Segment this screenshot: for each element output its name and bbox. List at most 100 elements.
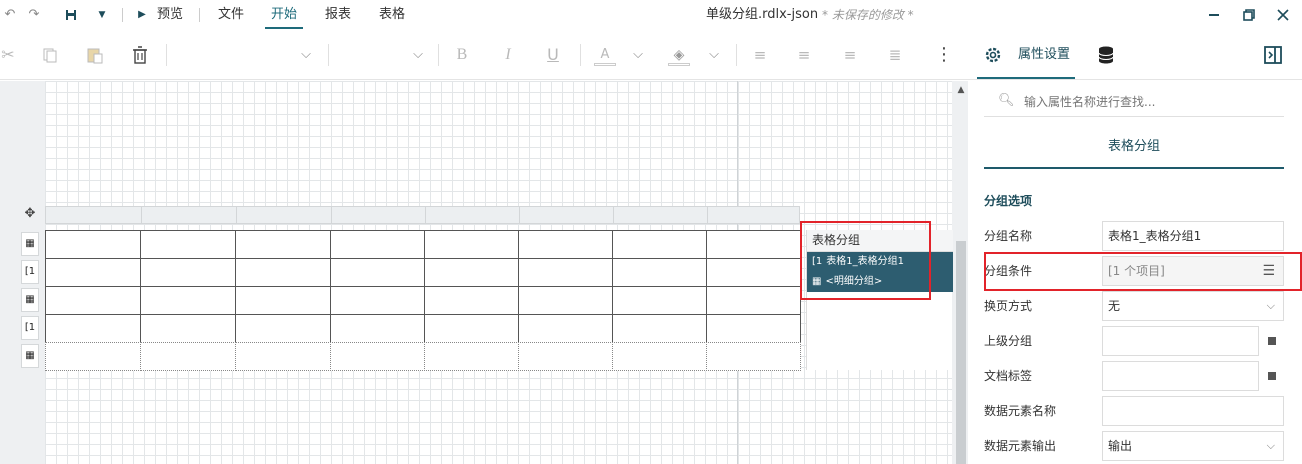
- font-color-icon[interactable]: A: [592, 30, 618, 80]
- table-cell[interactable]: [235, 314, 331, 343]
- copy-icon[interactable]: [40, 30, 60, 80]
- table-cell[interactable]: [235, 342, 331, 371]
- scroll-up-icon[interactable]: ▲: [954, 85, 968, 95]
- canvas-scrollbar[interactable]: ▲: [954, 81, 968, 464]
- menu-report[interactable]: 报表: [325, 0, 351, 30]
- delete-icon[interactable]: [130, 30, 150, 80]
- table-cell[interactable]: [45, 314, 141, 343]
- row-handle-group-header[interactable]: [1: [21, 260, 39, 284]
- fill-color-icon[interactable]: ◈: [666, 30, 692, 80]
- parent-group-expression-icon[interactable]: [1268, 337, 1276, 345]
- collapse-panel-icon[interactable]: [1264, 30, 1284, 80]
- table-cell[interactable]: [612, 230, 707, 259]
- table-cell[interactable]: [330, 314, 425, 343]
- table-cell[interactable]: [518, 258, 613, 287]
- font-size-dropdown[interactable]: ⌵: [408, 30, 428, 80]
- table-cell[interactable]: [235, 230, 331, 259]
- undo-icon[interactable]: ↶: [2, 0, 18, 30]
- search-input[interactable]: [1024, 91, 1274, 113]
- bold-icon[interactable]: B: [452, 30, 472, 80]
- table-cell[interactable]: [424, 286, 519, 315]
- group-item-detail[interactable]: ▦ <明细分组>: [807, 272, 953, 292]
- table-cell[interactable]: [518, 230, 613, 259]
- table-cell[interactable]: [330, 286, 425, 315]
- table-cell[interactable]: [612, 286, 707, 315]
- tab-property-settings[interactable]: 属性设置: [1018, 30, 1070, 80]
- data-element-output-select[interactable]: 输出 ⌵: [1102, 431, 1284, 461]
- page-break-select[interactable]: 无 ⌵: [1102, 291, 1284, 321]
- align-right-icon[interactable]: ≡: [840, 30, 860, 80]
- table-cell[interactable]: [140, 230, 236, 259]
- font-family-dropdown[interactable]: ⌵: [296, 30, 316, 80]
- save-dropdown-icon[interactable]: ▼: [94, 0, 110, 30]
- table-cell[interactable]: [45, 258, 141, 287]
- table-cell[interactable]: [45, 286, 141, 315]
- move-icon[interactable]: ✥: [22, 206, 38, 222]
- redo-icon[interactable]: ↷: [26, 0, 42, 30]
- table-cell[interactable]: [518, 314, 613, 343]
- table-cell[interactable]: [140, 314, 236, 343]
- database-icon[interactable]: [1098, 30, 1118, 80]
- table-column-header[interactable]: [45, 206, 800, 224]
- row-handle-group-footer[interactable]: [1: [21, 316, 39, 340]
- table-cell[interactable]: [45, 342, 141, 371]
- justify-icon[interactable]: ≣: [885, 30, 905, 80]
- table-cell[interactable]: [424, 258, 519, 287]
- restore-icon[interactable]: [1234, 0, 1264, 30]
- table-cell[interactable]: [45, 230, 141, 259]
- active-tab-indicator: [265, 27, 303, 29]
- align-left-icon[interactable]: ≡: [750, 30, 770, 80]
- italic-icon[interactable]: I: [498, 30, 518, 80]
- table-cell[interactable]: [235, 286, 331, 315]
- font-color-dropdown[interactable]: ⌵: [628, 30, 648, 80]
- table-cell[interactable]: [140, 258, 236, 287]
- table-cell[interactable]: [612, 314, 707, 343]
- table-cell[interactable]: [518, 286, 613, 315]
- table-cell[interactable]: [706, 314, 801, 343]
- minimize-icon[interactable]: [1199, 0, 1229, 30]
- menu-table[interactable]: 表格: [379, 0, 405, 30]
- list-icon[interactable]: ☰: [1262, 257, 1275, 285]
- parent-group-field[interactable]: [1102, 326, 1259, 356]
- fill-color-dropdown[interactable]: ⌵: [704, 30, 724, 80]
- row-handle-detail[interactable]: ▦: [21, 288, 39, 312]
- property-search[interactable]: 🔍︎: [984, 87, 1284, 117]
- cut-icon[interactable]: ✂: [0, 30, 16, 80]
- group-condition-field[interactable]: [1 个项目] ☰: [1102, 256, 1284, 286]
- table-cell[interactable]: [518, 342, 613, 371]
- table-cell[interactable]: [140, 342, 236, 371]
- table-cell[interactable]: [330, 342, 425, 371]
- table-cell[interactable]: [330, 230, 425, 259]
- table-cell[interactable]: [706, 286, 801, 315]
- table-cell[interactable]: [612, 342, 707, 371]
- divider: [199, 8, 200, 22]
- preview-button[interactable]: 预览: [157, 0, 183, 30]
- document-label-field[interactable]: [1102, 361, 1259, 391]
- row-handle-header[interactable]: ▦: [21, 232, 39, 256]
- table-cell[interactable]: [706, 230, 801, 259]
- table-cell[interactable]: [330, 258, 425, 287]
- save-icon[interactable]: [62, 0, 80, 30]
- table-cell[interactable]: [706, 342, 801, 371]
- menu-home[interactable]: 开始: [271, 0, 297, 30]
- group-item-table1-group1[interactable]: [1 表格1_表格分组1: [807, 252, 953, 272]
- table-cell[interactable]: [706, 258, 801, 287]
- row-handle-footer[interactable]: ▦: [21, 344, 39, 368]
- underline-icon[interactable]: U: [543, 30, 563, 80]
- close-icon[interactable]: [1268, 0, 1298, 30]
- gear-icon[interactable]: [984, 30, 1004, 80]
- table-cell[interactable]: [424, 314, 519, 343]
- table-cell[interactable]: [424, 230, 519, 259]
- data-element-name-field[interactable]: [1102, 396, 1284, 426]
- table-cell[interactable]: [235, 258, 331, 287]
- paste-icon[interactable]: [85, 30, 105, 80]
- table-cell[interactable]: [424, 342, 519, 371]
- table-cell[interactable]: [612, 258, 707, 287]
- table-cell[interactable]: [140, 286, 236, 315]
- group-name-field[interactable]: 表格1_表格分组1: [1102, 221, 1284, 251]
- menu-file[interactable]: 文件: [218, 0, 244, 30]
- more-icon[interactable]: ⋮: [934, 30, 954, 80]
- scroll-thumb[interactable]: [956, 241, 966, 464]
- document-label-expression-icon[interactable]: [1268, 372, 1276, 380]
- align-center-icon[interactable]: ≡: [794, 30, 814, 80]
